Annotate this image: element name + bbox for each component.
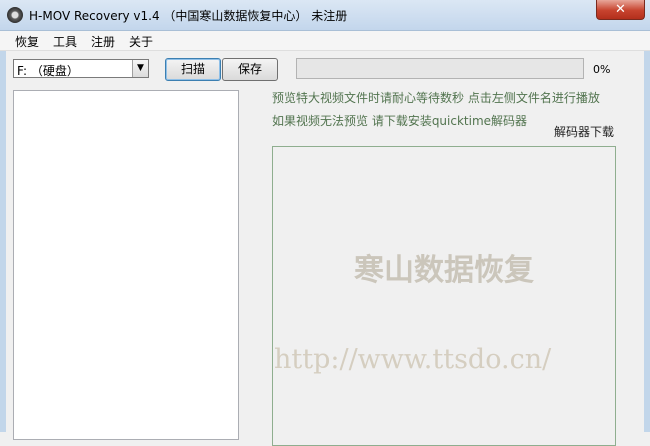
window-frame-right <box>644 31 650 432</box>
app-icon <box>7 7 23 23</box>
save-button[interactable]: 保存 <box>222 58 278 81</box>
window-title: H-MOV Recovery v1.4 （中国寒山数据恢复中心） 未注册 <box>29 9 348 23</box>
progress-bar <box>296 58 584 79</box>
menu-recover[interactable]: 恢复 <box>15 33 39 50</box>
watermark-url: http://www.ttsdo.cn/ <box>274 344 552 375</box>
decoder-download-link[interactable]: 解码器下载 <box>554 123 614 140</box>
watermark-name: 寒山数据恢复 <box>354 253 534 288</box>
scan-button[interactable]: 扫描 <box>165 58 221 81</box>
drive-select-value: F: （硬盘） <box>17 64 79 78</box>
info-text-preview-hint: 预览特大视频文件时请耐心等待数秒 点击左侧文件名进行播放 <box>272 91 600 105</box>
file-list[interactable] <box>13 90 239 440</box>
video-preview-area[interactable]: 寒山数据恢复 http://www.ttsdo.cn/ <box>272 146 616 446</box>
menu-bar: 恢复 工具 注册 关于 <box>0 31 650 51</box>
menu-register[interactable]: 注册 <box>91 33 115 50</box>
window-frame-left <box>0 31 6 432</box>
menu-about[interactable]: 关于 <box>129 33 153 50</box>
menu-tools[interactable]: 工具 <box>53 33 77 50</box>
chevron-down-icon[interactable]: ▼ <box>132 60 148 77</box>
title-bar: H-MOV Recovery v1.4 （中国寒山数据恢复中心） 未注册 ✕ <box>0 0 650 31</box>
drive-select[interactable]: F: （硬盘） ▼ <box>13 59 149 78</box>
progress-percent: 0% <box>593 63 611 76</box>
close-button[interactable]: ✕ <box>596 0 645 20</box>
info-text-decoder-hint: 如果视频无法预览 请下载安装quicktime解码器 <box>272 114 528 128</box>
